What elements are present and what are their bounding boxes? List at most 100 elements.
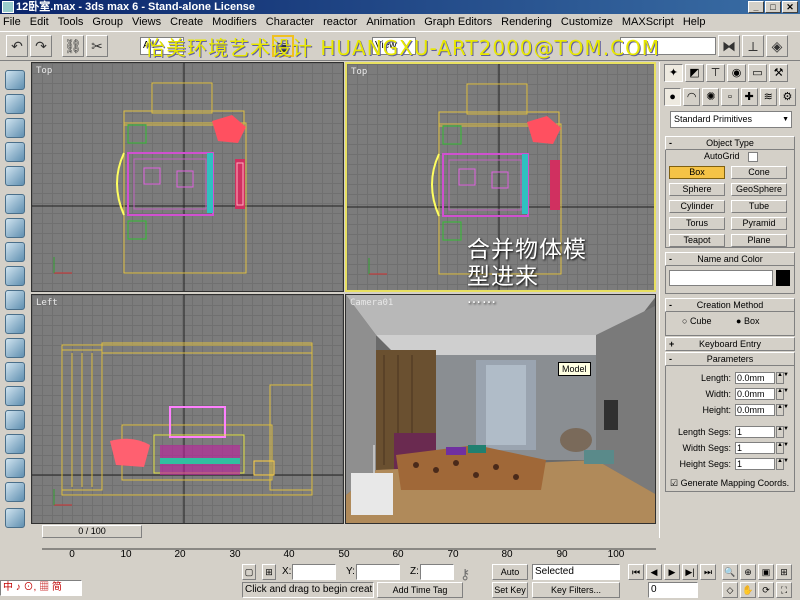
object-type-rollout[interactable]: - Object Type: [665, 136, 795, 150]
space-warps-icon[interactable]: ≋: [759, 88, 777, 106]
zoom-all-icon[interactable]: ⊕: [740, 564, 756, 580]
softbody-icon[interactable]: [5, 194, 25, 214]
motor-icon[interactable]: [5, 386, 25, 406]
menu-customize[interactable]: Customize: [561, 16, 613, 28]
add-time-tag-button[interactable]: Add Time Tag: [377, 582, 463, 598]
ime-bar[interactable]: 中 ♪ ⊙, ▦ 简: [0, 580, 82, 596]
cloth-icon[interactable]: [5, 142, 25, 162]
z-coordinate-input[interactable]: [420, 564, 454, 580]
unlink-icon[interactable]: ✂: [86, 35, 108, 57]
menu-modifiers[interactable]: Modifiers: [212, 16, 257, 28]
zoom-icon[interactable]: 🔍: [722, 564, 738, 580]
wind-icon[interactable]: [5, 410, 25, 430]
cube-radio[interactable]: ○ Cube: [682, 316, 711, 326]
auto-key-button[interactable]: Auto Key: [492, 564, 528, 591]
plane-icon[interactable]: [5, 266, 25, 286]
autogrid-checkbox[interactable]: [748, 152, 758, 162]
deform-mesh-icon[interactable]: [5, 242, 25, 262]
length-segs-spinner[interactable]: ▲▼: [776, 426, 789, 438]
spring-icon[interactable]: [5, 290, 25, 310]
cylinder-button[interactable]: Cylinder: [669, 200, 725, 213]
fracture-icon[interactable]: [5, 338, 25, 358]
reactor-icon[interactable]: [5, 70, 25, 90]
menu-file[interactable]: File: [3, 16, 21, 28]
menu-reactor[interactable]: reactor: [323, 16, 357, 28]
viewport-camera[interactable]: Camera01: [345, 294, 656, 524]
mirror-icon[interactable]: ⧓: [718, 35, 740, 57]
toy-car-icon[interactable]: [5, 434, 25, 454]
systems-icon[interactable]: ⚙: [778, 88, 796, 106]
object-name-input[interactable]: [669, 270, 773, 286]
box-radio[interactable]: ● Box: [736, 316, 759, 326]
menu-character[interactable]: Character: [266, 16, 314, 28]
modify-tab-icon[interactable]: ◩: [685, 64, 704, 82]
rigid-body-icon[interactable]: [5, 94, 25, 114]
lights-icon[interactable]: ✺: [702, 88, 720, 106]
primitive-type-dropdown[interactable]: Standard Primitives: [670, 111, 792, 128]
menu-views[interactable]: Views: [132, 16, 161, 28]
torus-button[interactable]: Torus: [669, 217, 725, 230]
generate-mapping-checkbox[interactable]: ☑ Generate Mapping Coords.: [670, 478, 789, 489]
time-slider[interactable]: 0 / 100: [42, 524, 656, 539]
height-input[interactable]: 0.0mm: [735, 404, 775, 416]
set-key-button[interactable]: Set Key: [492, 582, 528, 598]
cameras-icon[interactable]: ▫: [721, 88, 739, 106]
zoom-extents-all-icon[interactable]: ⊞: [776, 564, 792, 580]
width-spinner[interactable]: ▲▼: [776, 388, 789, 400]
y-coordinate-input[interactable]: [356, 564, 400, 580]
shapes-icon[interactable]: ◠: [683, 88, 701, 106]
plane-button[interactable]: Plane: [731, 234, 787, 247]
minimize-button[interactable]: _: [748, 1, 764, 13]
display-tab-icon[interactable]: ▭: [748, 64, 767, 82]
hierarchy-tab-icon[interactable]: ⊤: [706, 64, 725, 82]
cone-button[interactable]: Cone: [731, 166, 787, 179]
width-segs-spinner[interactable]: ▲▼: [776, 442, 789, 454]
name-color-rollout[interactable]: - Name and Color: [665, 252, 795, 266]
height-spinner[interactable]: ▲▼: [776, 404, 789, 416]
material-editor-icon[interactable]: ◈: [766, 35, 788, 57]
select-link-icon[interactable]: ⛓: [62, 35, 84, 57]
orbit-icon[interactable]: ⟳: [758, 582, 774, 598]
undo-icon[interactable]: ↶: [6, 35, 28, 57]
utilities-tab-icon[interactable]: ⚒: [769, 64, 788, 82]
time-slider-handle[interactable]: 0 / 100: [42, 525, 142, 538]
width-segs-input[interactable]: 1: [735, 442, 775, 454]
viewport-top-left[interactable]: Top: [31, 62, 344, 292]
length-spinner[interactable]: ▲▼: [776, 372, 789, 384]
close-button[interactable]: ✕: [782, 1, 798, 13]
sphere-body-icon[interactable]: [5, 118, 25, 138]
tube-button[interactable]: Tube: [731, 200, 787, 213]
pan-icon[interactable]: ✋: [740, 582, 756, 598]
play-icon[interactable]: ▶: [664, 564, 680, 580]
go-to-end-icon[interactable]: ⏭: [700, 564, 716, 580]
key-mode-dropdown[interactable]: Selected: [532, 564, 620, 580]
go-to-start-icon[interactable]: ⏮: [628, 564, 644, 580]
zoom-extents-icon[interactable]: ▣: [758, 564, 774, 580]
menu-rendering[interactable]: Rendering: [501, 16, 552, 28]
length-input[interactable]: 0.0mm: [735, 372, 775, 384]
menu-help[interactable]: Help: [683, 16, 706, 28]
menu-create[interactable]: Create: [170, 16, 203, 28]
next-frame-icon[interactable]: ▶|: [682, 564, 698, 580]
object-color-swatch[interactable]: [776, 270, 790, 286]
height-segs-input[interactable]: 1: [735, 458, 775, 470]
viewport-left[interactable]: Left: [31, 294, 344, 524]
preview-icon[interactable]: [5, 482, 25, 502]
motion-tab-icon[interactable]: ◉: [727, 64, 746, 82]
absolute-mode-icon[interactable]: ⊞: [262, 564, 276, 580]
redo-icon[interactable]: ↷: [30, 35, 52, 57]
pyramid-button[interactable]: Pyramid: [731, 217, 787, 230]
x-coordinate-input[interactable]: [292, 564, 336, 580]
key-icon[interactable]: ⚷: [460, 566, 470, 583]
field-of-view-icon[interactable]: ◇: [722, 582, 738, 598]
menu-group[interactable]: Group: [92, 16, 123, 28]
sphere-button[interactable]: Sphere: [669, 183, 725, 196]
helpers-icon[interactable]: ✚: [740, 88, 758, 106]
water-icon[interactable]: [5, 362, 25, 382]
track-bar[interactable]: 0 10 20 30 40 50 60 70 80 90 100: [42, 540, 656, 564]
star-constraint-icon[interactable]: [5, 166, 25, 186]
parameters-rollout[interactable]: - Parameters: [665, 352, 795, 366]
analyze-icon[interactable]: [5, 458, 25, 478]
key-filters-button[interactable]: Key Filters...: [532, 582, 620, 598]
teapot-button[interactable]: Teapot: [669, 234, 725, 247]
